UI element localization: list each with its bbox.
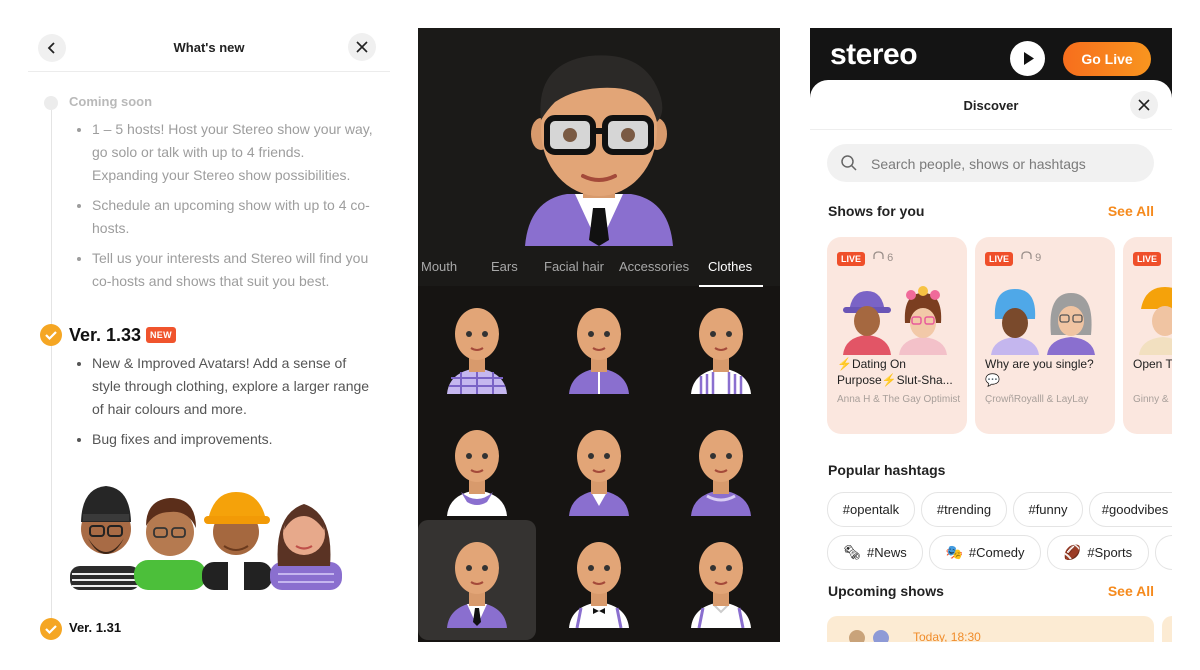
- tab-ears[interactable]: Ears: [491, 259, 518, 274]
- show-title: Why are you single? 💬: [985, 357, 1094, 387]
- outfit-option-8[interactable]: [540, 520, 658, 640]
- discover-panel: stereo Go Live Discover Shows for you Se…: [810, 28, 1172, 642]
- hashtag-chip-news[interactable]: 🗞 #News: [827, 535, 923, 570]
- football-icon: 🏈: [1063, 544, 1082, 560]
- live-badge: LIVE: [837, 252, 866, 266]
- page-title: What's new: [173, 40, 245, 55]
- hashtag-label: #Sports: [1087, 545, 1133, 560]
- list-item: 1 – 5 hosts! Host your Stereo show your …: [92, 118, 374, 187]
- hashtag-chip[interactable]: #opentalk: [827, 492, 915, 527]
- hashtag-chip-comedy[interactable]: 🎭 #Comedy: [929, 535, 1041, 570]
- divider: [810, 129, 1172, 130]
- outfit-option-2[interactable]: [540, 286, 658, 406]
- timeline-line: [51, 108, 52, 628]
- shows-see-all-link[interactable]: See All: [1108, 203, 1154, 219]
- whats-new-panel: What's new Coming soon 1 – 5 hosts! Host…: [28, 28, 390, 642]
- live-badge: LIVE: [1133, 252, 1162, 266]
- upcoming-shows-heading: Upcoming shows: [828, 583, 944, 599]
- show-avatars: [1139, 287, 1172, 355]
- hashtag-chip[interactable]: #goodvibes: [1089, 492, 1172, 527]
- upcoming-see-all-link[interactable]: See All: [1108, 583, 1154, 599]
- outfit-option-3[interactable]: [662, 286, 780, 406]
- list-item: Bug fixes and improvements.: [92, 428, 374, 451]
- tab-facial-hair[interactable]: Facial hair: [544, 259, 604, 274]
- hashtag-label: #Comedy: [968, 545, 1025, 560]
- host-avatar: [873, 630, 889, 642]
- check-circle-icon: [40, 324, 62, 346]
- hashtag-chip[interactable]: #funny: [1013, 492, 1083, 527]
- hashtag-chip-partial[interactable]: [1155, 535, 1172, 570]
- show-avatars: [843, 286, 947, 355]
- tab-accessories[interactable]: Accessories: [619, 259, 689, 274]
- search-icon: [841, 155, 857, 171]
- play-icon: [1024, 52, 1034, 65]
- stereo-logo: stereo: [830, 38, 918, 71]
- popular-hashtags-heading: Popular hashtags: [828, 462, 946, 478]
- host-avatar: [849, 630, 865, 642]
- show-card[interactable]: LIVE Open T Ginny &: [1123, 237, 1172, 434]
- show-avatars: [991, 289, 1095, 355]
- avatar-preview-area: [418, 28, 780, 286]
- listener-count-value: 9: [1035, 252, 1042, 264]
- list-item: Schedule an upcoming show with up to 4 c…: [92, 194, 374, 240]
- list-item: Tell us your interests and Stereo will f…: [92, 247, 374, 293]
- show-hosts: ÇrowñRoyalll & LayLay: [985, 394, 1089, 405]
- hashtag-chip-sports[interactable]: 🏈 #Sports: [1047, 535, 1149, 570]
- check-circle-icon: [40, 618, 62, 640]
- search-input[interactable]: [869, 144, 1143, 184]
- play-button[interactable]: [1010, 41, 1045, 76]
- close-icon: [1138, 99, 1150, 111]
- hashtag-label: #News: [867, 545, 907, 560]
- outfit-option-7-selected[interactable]: [418, 520, 536, 640]
- headphones-icon: [1021, 251, 1032, 259]
- close-button[interactable]: [348, 33, 376, 61]
- outfit-option-1[interactable]: [418, 286, 536, 406]
- list-item: New & Improved Avatars! Add a sense of s…: [92, 352, 374, 421]
- show-hosts: Anna H & The Gay Optimist: [837, 394, 961, 405]
- outfit-option-6[interactable]: [662, 408, 780, 528]
- tab-mouth[interactable]: Mouth: [421, 259, 457, 274]
- listener-count: 6: [873, 251, 893, 264]
- search-bar[interactable]: [827, 144, 1154, 184]
- discover-sheet: Discover Shows for you See All LIVE 6: [810, 80, 1172, 642]
- avatars-illustration: [70, 486, 342, 590]
- outfit-option-4[interactable]: [418, 408, 536, 528]
- avatar-preview: [525, 55, 673, 246]
- tab-clothes[interactable]: Clothes: [708, 259, 752, 274]
- coming-soon-label: Coming soon: [69, 94, 153, 109]
- avatar-editor-panel: Mouth Ears Facial hair Accessories Cloth…: [418, 28, 780, 642]
- show-card[interactable]: LIVE 9 Why are you single? 💬 ÇrowñRoyall…: [975, 237, 1115, 434]
- upcoming-time: Today, 18:30: [913, 630, 981, 642]
- version-heading-current: Ver. 1.33: [69, 325, 142, 345]
- show-hosts: Ginny &: [1133, 394, 1169, 405]
- theater-masks-icon: 🎭: [945, 544, 963, 560]
- hashtag-chip[interactable]: #trending: [921, 492, 1007, 527]
- listener-count: 9: [1021, 251, 1041, 264]
- upcoming-show-card-partial[interactable]: [1162, 616, 1172, 642]
- coming-soon-list: 1 – 5 hosts! Host your Stereo show your …: [74, 118, 374, 300]
- version-current-list: New & Improved Avatars! Add a sense of s…: [74, 352, 374, 458]
- close-icon: [356, 41, 368, 53]
- show-title: Open T: [1133, 357, 1172, 371]
- shows-for-you-heading: Shows for you: [828, 203, 925, 219]
- live-badge: LIVE: [985, 252, 1014, 266]
- category-tabs: Mouth Ears Facial hair Accessories Cloth…: [418, 253, 780, 287]
- listener-count-value: 6: [887, 252, 894, 264]
- outfit-option-5[interactable]: [540, 408, 658, 528]
- newspaper-icon: 🗞: [843, 544, 862, 560]
- close-button[interactable]: [1130, 91, 1158, 119]
- whats-new-header: What's new: [28, 28, 390, 72]
- headphones-icon: [873, 251, 884, 259]
- go-live-button[interactable]: Go Live: [1063, 42, 1151, 76]
- version-heading-previous: Ver. 1.31: [69, 620, 122, 635]
- upcoming-show-card[interactable]: Today, 18:30: [827, 616, 1154, 642]
- new-badge: NEW: [146, 327, 176, 343]
- show-card[interactable]: LIVE 6 ⚡Dating On Purpose⚡Slut-Sha... An…: [827, 237, 967, 434]
- outfit-option-9[interactable]: [662, 520, 780, 640]
- show-title: ⚡Dating On Purpose⚡Slut-Sha...: [837, 357, 953, 387]
- timeline-dot-pending: [44, 96, 58, 110]
- page-title: Discover: [963, 98, 1019, 113]
